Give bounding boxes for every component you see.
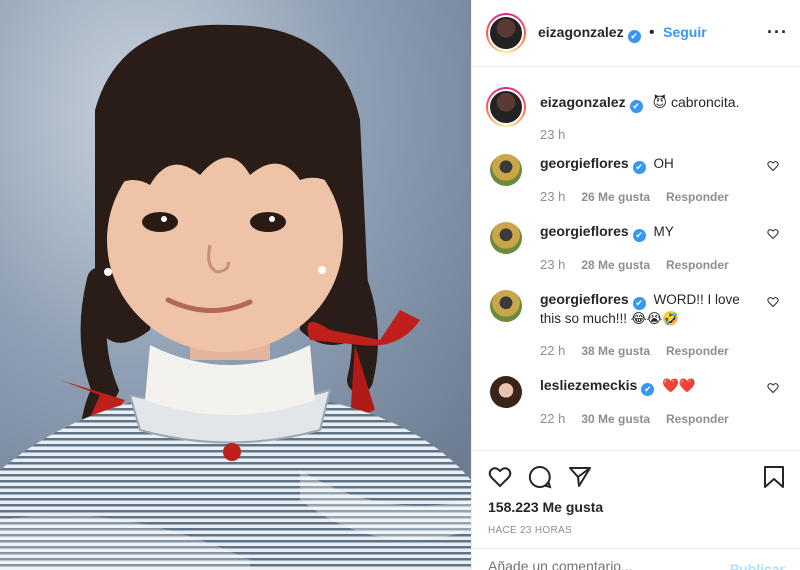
photo-illustration [0,0,471,570]
verified-icon: ✔ [632,161,646,174]
heart-icon[interactable] [767,160,779,172]
reply-button[interactable]: Responder [666,342,729,360]
comment-text: ❤️❤️ [662,378,696,393]
comment-item: georgieflores ✔ WORD!! I love this so muc… [486,290,787,360]
comment-time[interactable]: 22 h [540,410,565,428]
reply-button[interactable]: Responder [666,410,729,428]
verified-icon: ✔ [641,383,655,396]
post-header: eizagonzalez ✔ • Seguir ··· [472,0,800,67]
comment-username[interactable]: georgieflores [540,291,629,307]
comment-meta: 22 h 38 Me gusta Responder [540,342,750,360]
comment-likes[interactable]: 28 Me gusta [581,256,650,274]
caption: eizagonzalez ✔ 😈 cabroncita. 23 h [486,67,787,142]
comment-body: georgieflores ✔ MY 23 h 28 Me gusta Respo… [540,222,750,274]
heart-icon[interactable] [767,228,779,240]
reply-button[interactable]: Responder [666,188,729,206]
comment-meta: 23 h 28 Me gusta Responder [540,256,750,274]
header-username[interactable]: eizagonzalez [538,24,624,40]
caption-body: eizagonzalez ✔ 😈 cabroncita. 23 h [540,87,739,142]
commenter-avatar[interactable] [490,290,522,322]
commenter-avatar[interactable] [490,222,522,254]
share-icon[interactable] [568,465,592,489]
comment-time[interactable]: 23 h [540,188,565,206]
comment-icon[interactable] [528,465,552,489]
likes-count[interactable]: 158.223 Me gusta [488,499,785,515]
heart-icon[interactable] [488,465,512,489]
verified-icon: ✔ [629,100,643,113]
comment-body: lesliezemeckis ✔ ❤️❤️ 22 h 30 Me gusta Re… [540,376,750,428]
caption-username[interactable]: eizagonzalez [540,94,626,110]
heart-icon[interactable] [767,382,779,394]
publish-button[interactable]: Publicar [730,561,785,570]
follow-button[interactable]: Seguir [663,24,707,40]
comment-time[interactable]: 22 h [540,342,565,360]
comment-item: lesliezemeckis ✔ ❤️❤️ 22 h 30 Me gusta Re… [486,376,787,428]
verified-icon: ✔ [627,29,641,43]
comment-input[interactable] [488,561,708,570]
caption-emoji: 😈 [652,94,668,110]
post-photo[interactable] [0,0,471,570]
heart-icon[interactable] [767,296,779,308]
post-sidebar: eizagonzalez ✔ • Seguir ··· eizagonzalez ✔… [471,0,800,570]
caption-text: cabroncita. [670,94,740,110]
comments-list[interactable]: eizagonzalez ✔ 😈 cabroncita. 23 h georgie… [472,67,800,450]
comment-item: georgieflores ✔ MY 23 h 28 Me gusta Respo… [486,222,787,274]
post-timestamp[interactable]: HACE 23 HORAS [488,525,785,536]
comment-username[interactable]: georgieflores [540,155,629,171]
comment-item: georgieflores ✔ OH 23 h 26 Me gusta Respo… [486,154,787,206]
comment-username[interactable]: georgieflores [540,223,629,239]
caption-avatar[interactable] [486,87,526,127]
verified-icon: ✔ [632,297,646,310]
comment-likes[interactable]: 30 Me gusta [581,410,650,428]
comment-text: OH [653,156,674,171]
comment-meta: 22 h 30 Me gusta Responder [540,410,750,428]
action-icons [488,459,785,495]
author-avatar[interactable] [486,13,526,53]
comment-username[interactable]: lesliezemeckis [540,377,637,393]
commenter-avatar[interactable] [490,376,522,408]
comment-likes[interactable]: 26 Me gusta [581,188,650,206]
instagram-post: eizagonzalez ✔ • Seguir ··· eizagonzalez ✔… [0,0,800,570]
header-user: eizagonzalez ✔ • Seguir [538,24,707,43]
comment-time[interactable]: 23 h [540,256,565,274]
ellipsis-icon[interactable]: ··· [767,22,788,43]
add-comment-bar: Publicar [472,548,800,570]
header-separator: • [649,23,655,41]
comment-likes[interactable]: 38 Me gusta [581,342,650,360]
comment-meta: 23 h 26 Me gusta Responder [540,188,750,206]
comment-body: georgieflores ✔ WORD!! I love this so muc… [540,290,750,360]
commenter-avatar[interactable] [490,154,522,186]
caption-time: 23 h [540,127,566,142]
bookmark-icon[interactable] [763,465,785,489]
reply-button[interactable]: Responder [666,256,729,274]
comment-text: MY [653,224,674,239]
comment-body: georgieflores ✔ OH 23 h 26 Me gusta Respo… [540,154,750,206]
verified-icon: ✔ [632,229,646,242]
